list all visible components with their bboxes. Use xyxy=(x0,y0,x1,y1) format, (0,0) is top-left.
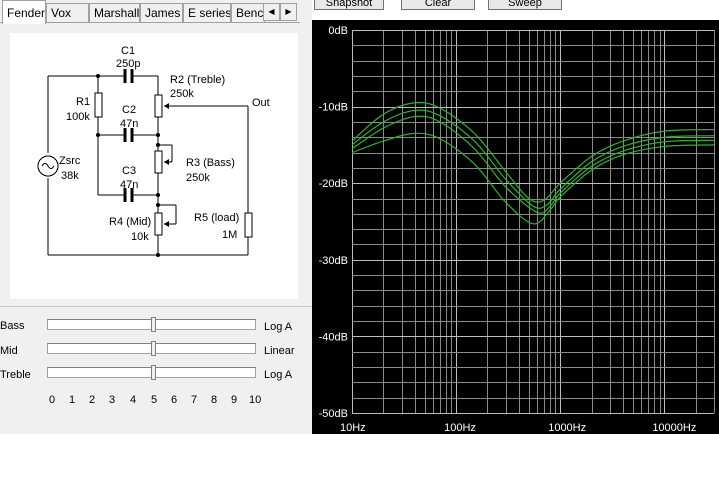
y-tick-label: -50dB xyxy=(319,408,348,420)
x-tick-label: 10Hz xyxy=(340,422,366,434)
r1-value: 100k xyxy=(66,111,90,123)
treble-label: Treble xyxy=(0,369,31,381)
scale-tick-label: 5 xyxy=(151,394,158,406)
r2-value: 250k xyxy=(170,88,194,100)
scale-tick-label: 9 xyxy=(231,394,238,406)
y-tick-label: 0dB xyxy=(328,25,348,37)
y-tick-label: -40dB xyxy=(319,331,348,343)
clear-button-label: Clear xyxy=(424,0,452,9)
mid-slider-thumb[interactable] xyxy=(151,341,156,356)
r5-value: 1M xyxy=(222,229,238,241)
c2-label: C2 xyxy=(122,104,137,116)
snapshot-button[interactable]: Snapshot xyxy=(314,0,384,10)
tab-scroll-left-button[interactable]: ◀ xyxy=(263,3,280,21)
snapshot-button-label: Snapshot xyxy=(325,0,373,9)
scale-tick-label: 10 xyxy=(249,394,262,406)
r2-label: R2 (Treble) xyxy=(170,74,226,86)
response-curve xyxy=(351,109,715,209)
c3-value: 47n xyxy=(120,179,139,191)
x-tick-label: 100Hz xyxy=(444,422,476,434)
chart-svg: 0dB -10dB -20dB -30dB -40dB -50dB 10Hz 100Hz 100… xyxy=(319,25,715,434)
divider xyxy=(0,306,312,307)
tab-fender[interactable]: Fender xyxy=(2,0,46,24)
scale-tick-label: 4 xyxy=(130,394,137,406)
out-label: Out xyxy=(252,97,270,109)
scale-tick-label: 7 xyxy=(191,394,198,406)
scale-tick-label: 0 xyxy=(49,394,56,406)
tab-scroll-right-button[interactable]: ▶ xyxy=(280,3,297,21)
tab-james[interactable]: James xyxy=(140,3,183,22)
arrow-right-icon: ▶ xyxy=(285,7,292,16)
r3-value: 250k xyxy=(186,172,210,184)
bass-mode: Log A xyxy=(264,321,293,333)
scale-tick-label: 3 xyxy=(109,394,116,406)
tab-label: James xyxy=(145,6,181,20)
r5-label: R5 (load) xyxy=(194,212,240,224)
tab-label: Fender xyxy=(7,6,46,20)
c2-value: 47n xyxy=(120,118,139,130)
arrow-left-icon: ◀ xyxy=(268,7,275,16)
scale-tick-label: 2 xyxy=(89,394,96,406)
frequency-response-chart: 0dB -10dB -20dB -30dB -40dB -50dB 10Hz 100Hz 100… xyxy=(312,20,719,434)
r1-label: R1 xyxy=(76,96,91,108)
clear-button[interactable]: Clear xyxy=(401,0,475,10)
sweep-button[interactable]: Sweep xyxy=(488,0,562,10)
tab-vox[interactable]: Vox xyxy=(46,3,89,22)
y-tick-label: -30dB xyxy=(319,255,348,267)
r3-label: R3 (Bass) xyxy=(186,157,235,169)
y-tick-label: -10dB xyxy=(319,102,348,114)
tab-label: Benc xyxy=(236,6,264,20)
bass-slider-thumb[interactable] xyxy=(151,317,156,332)
tab-label: Marshall xyxy=(94,6,140,20)
r4-value: 10k xyxy=(131,231,149,243)
treble-slider-thumb[interactable] xyxy=(151,365,156,380)
circuit-schematic: C1 250p R2 (Treble) 250k R1 100k C2 47n … xyxy=(10,33,298,299)
x-tick-label: 1000Hz xyxy=(548,422,586,434)
response-curve xyxy=(351,115,715,214)
bass-label: Bass xyxy=(0,320,25,332)
mid-mode: Linear xyxy=(264,345,295,357)
zsrc-value: 38k xyxy=(61,170,79,182)
tab-e-series[interactable]: E series xyxy=(183,3,231,22)
tab-bench[interactable]: Benc xyxy=(231,3,265,22)
zsrc-label: Zsrc xyxy=(59,155,81,167)
y-tick-label: -20dB xyxy=(319,178,348,190)
treble-mode: Log A xyxy=(264,369,293,381)
tab-marshall[interactable]: Marshall xyxy=(89,3,140,22)
tab-label: E series xyxy=(188,6,231,20)
response-curve xyxy=(351,101,715,203)
c1-value: 250p xyxy=(116,58,141,70)
sweep-button-label: Sweep xyxy=(508,0,542,9)
c1-label: C1 xyxy=(121,45,136,57)
scale-tick-label: 1 xyxy=(69,394,76,406)
x-tick-label: 10000Hz xyxy=(652,422,696,434)
schematic-drawing xyxy=(37,69,253,257)
c3-label: C3 xyxy=(122,165,137,177)
r4-label: R4 (Mid) xyxy=(109,216,152,228)
mid-label: Mid xyxy=(0,345,18,357)
tab-label: Vox xyxy=(51,6,72,20)
scale-tick-label: 6 xyxy=(171,394,178,406)
scale-tick-label: 8 xyxy=(211,394,218,406)
